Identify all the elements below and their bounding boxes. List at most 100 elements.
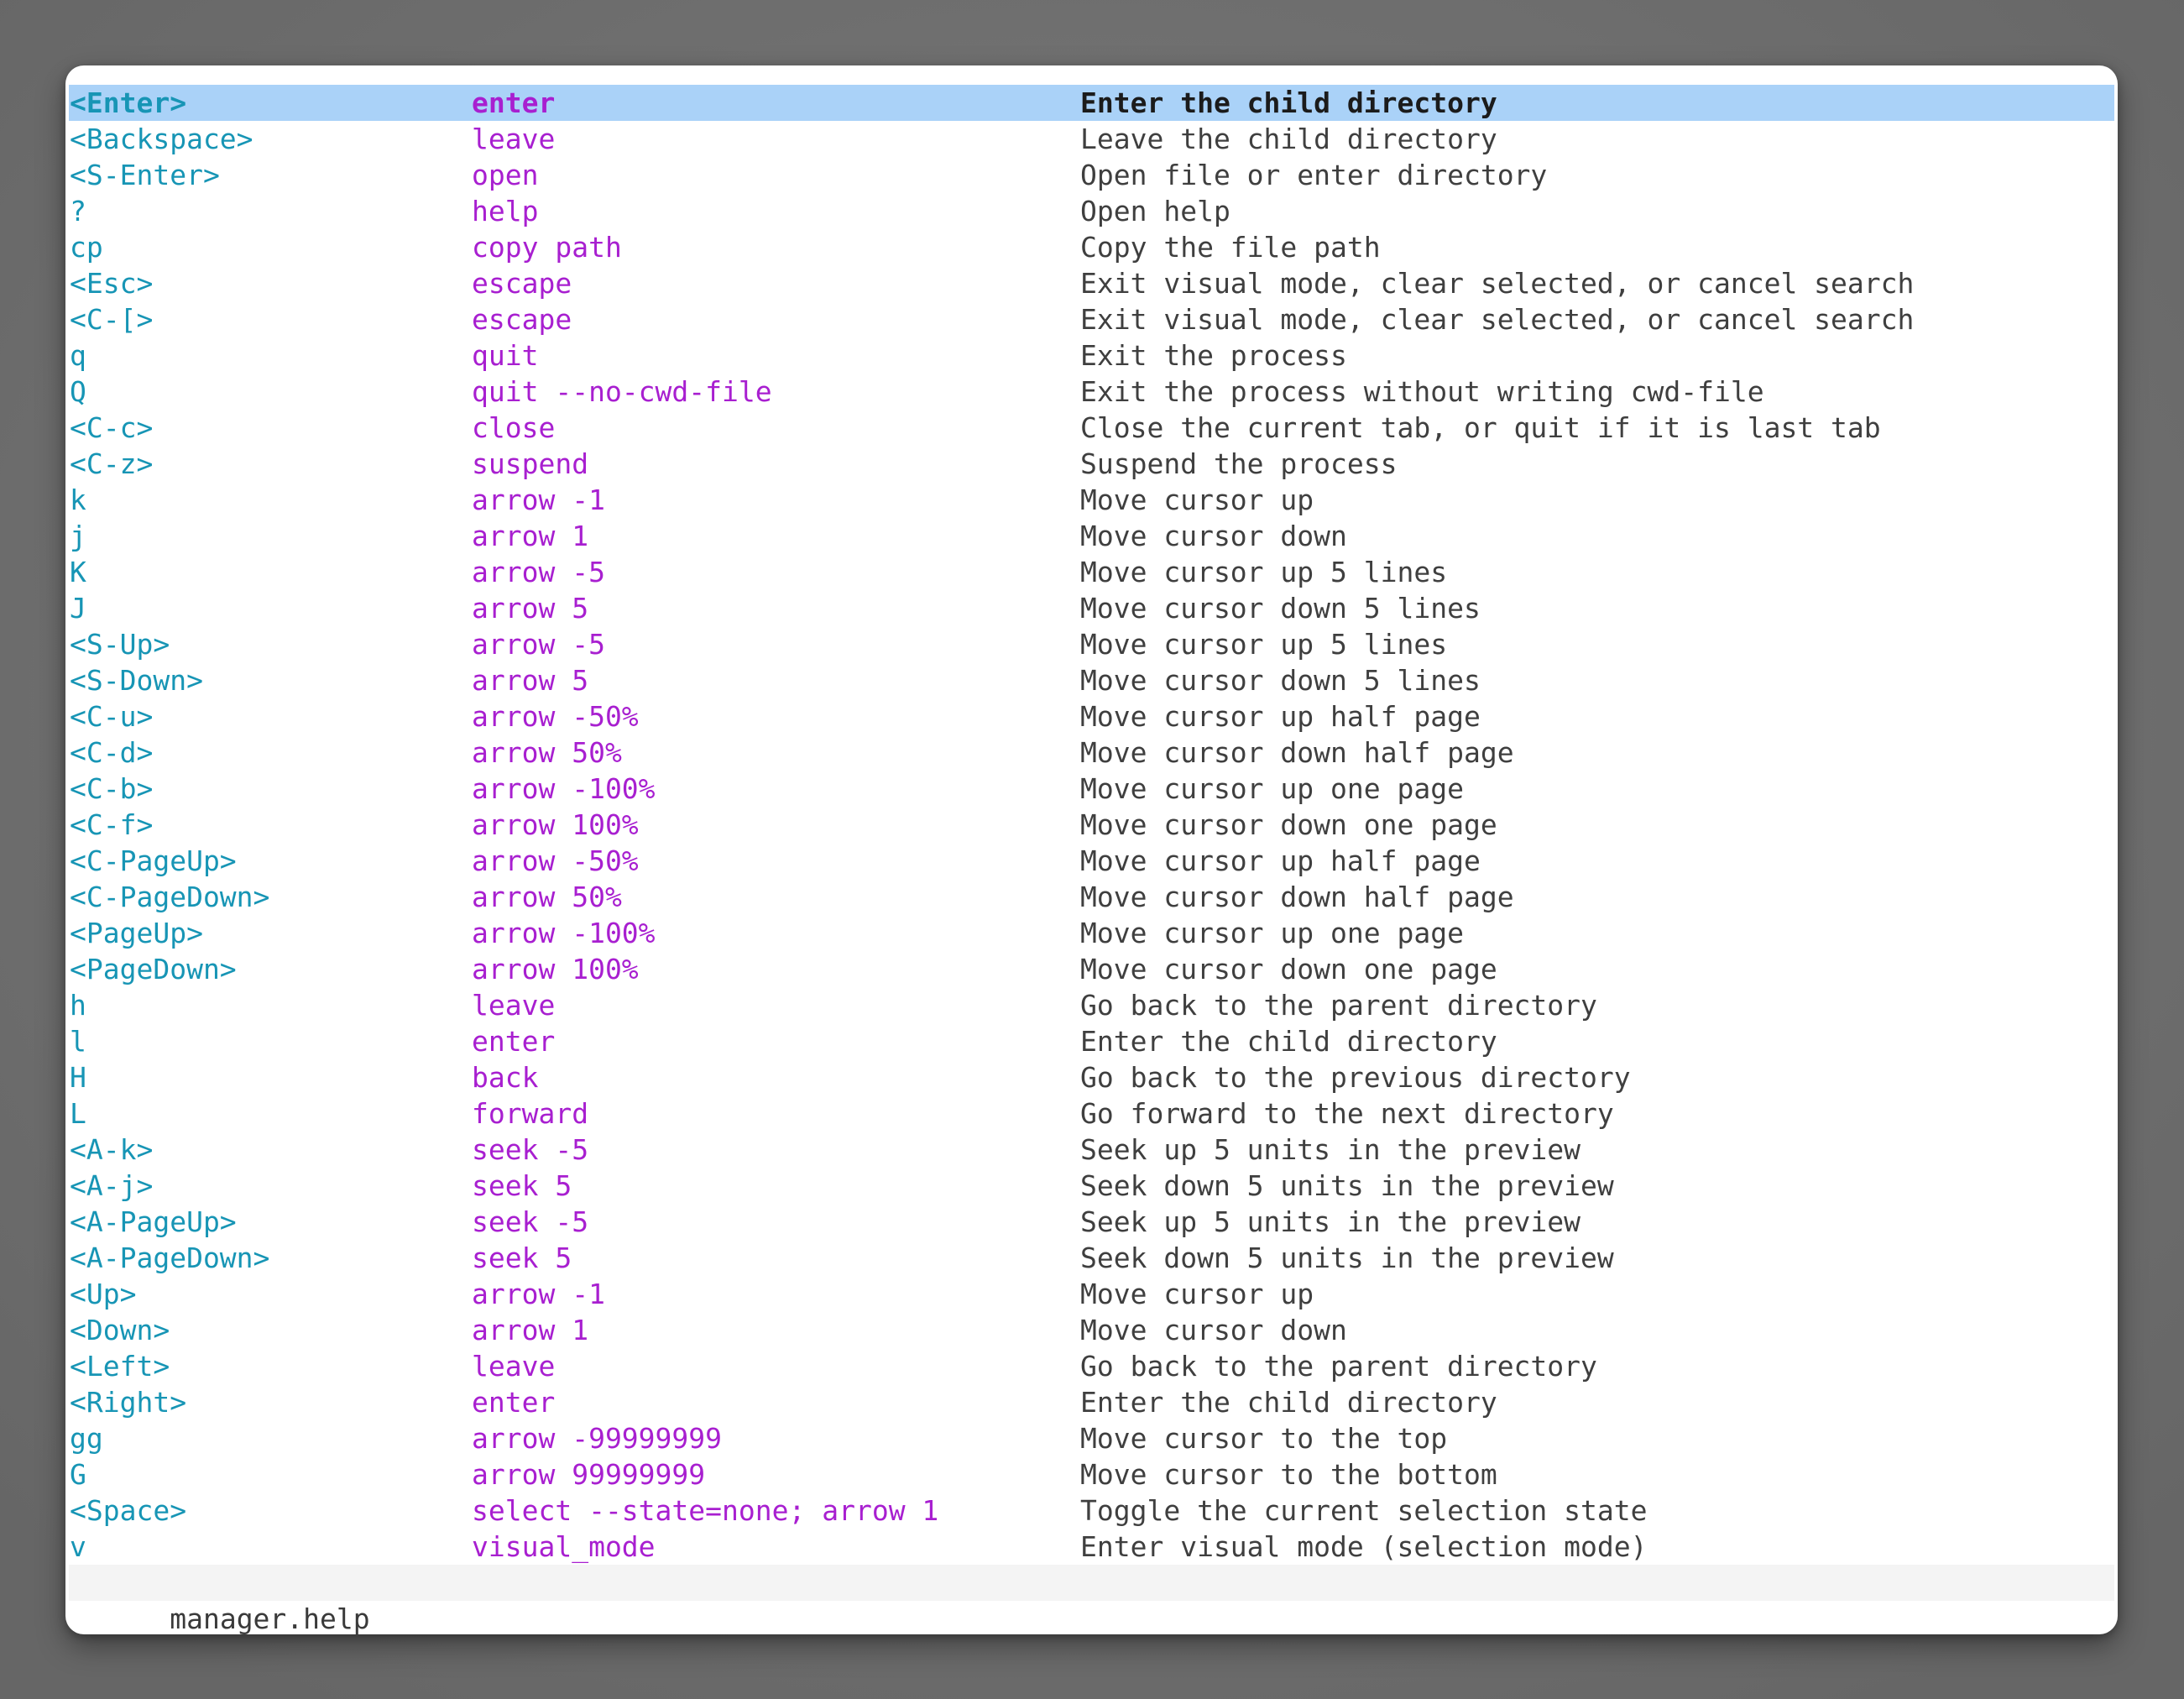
help-row[interactable]: <Right> enter Enter the child directory <box>69 1384 2114 1420</box>
help-row[interactable]: <C-b> arrow -100% Move cursor up one pag… <box>69 771 2114 807</box>
command-label: forward <box>472 1095 1080 1132</box>
help-row[interactable]: <A-k> seek -5 Seek up 5 units in the pre… <box>69 1132 2114 1168</box>
command-label: quit <box>472 337 1080 374</box>
description-label: Go back to the previous directory <box>1080 1059 2114 1095</box>
command-label: arrow 100% <box>472 951 1080 987</box>
command-label: leave <box>472 1348 1080 1384</box>
help-row[interactable]: h leave Go back to the parent directory <box>69 987 2114 1023</box>
help-row[interactable]: <C-c> close Close the current tab, or qu… <box>69 410 2114 446</box>
command-label: arrow 1 <box>472 1312 1080 1348</box>
command-label: escape <box>472 265 1080 301</box>
command-label: arrow -50% <box>472 843 1080 879</box>
description-label: Exit the process without writing cwd-fil… <box>1080 374 2114 410</box>
command-label: arrow -5 <box>472 554 1080 590</box>
description-label: Move cursor up one page <box>1080 771 2114 807</box>
key-label: <Left> <box>70 1348 472 1384</box>
help-row[interactable]: <Backspace> leave Leave the child direct… <box>69 121 2114 157</box>
description-label: Seek up 5 units in the preview <box>1080 1204 2114 1240</box>
key-label: <PageUp> <box>70 915 472 951</box>
help-row[interactable]: <A-PageDown> seek 5 Seek down 5 units in… <box>69 1240 2114 1276</box>
description-label: Move cursor up <box>1080 1276 2114 1312</box>
help-row[interactable]: ? help Open help <box>69 193 2114 229</box>
key-label: <C-PageUp> <box>70 843 472 879</box>
key-label: l <box>70 1023 472 1059</box>
command-label: arrow -99999999 <box>472 1420 1080 1456</box>
description-label: Seek down 5 units in the preview <box>1080 1240 2114 1276</box>
description-label: Move cursor down half page <box>1080 879 2114 915</box>
help-row[interactable]: <C-PageDown> arrow 50% Move cursor down … <box>69 879 2114 915</box>
help-row[interactable]: q quit Exit the process <box>69 337 2114 374</box>
help-row[interactable]: L forward Go forward to the next directo… <box>69 1095 2114 1132</box>
help-row[interactable]: <PageUp> arrow -100% Move cursor up one … <box>69 915 2114 951</box>
help-row[interactable]: j arrow 1 Move cursor down <box>69 518 2114 554</box>
key-label: <C-PageDown> <box>70 879 472 915</box>
description-label: Enter the child directory <box>1080 1384 2114 1420</box>
help-row[interactable]: <Up> arrow -1 Move cursor up <box>69 1276 2114 1312</box>
help-row[interactable]: <Down> arrow 1 Move cursor down <box>69 1312 2114 1348</box>
help-row[interactable]: v visual_mode Enter visual mode (selecti… <box>69 1529 2114 1565</box>
key-label: <C-[> <box>70 301 472 337</box>
command-label: seek 5 <box>472 1240 1080 1276</box>
description-label: Move cursor up <box>1080 482 2114 518</box>
key-label: j <box>70 518 472 554</box>
help-row[interactable]: <PageDown> arrow 100% Move cursor down o… <box>69 951 2114 987</box>
description-label: Move cursor down one page <box>1080 807 2114 843</box>
key-label: <Backspace> <box>70 121 472 157</box>
terminal-window: <Enter> enter Enter the child directory … <box>65 65 2118 1634</box>
help-row[interactable]: <A-j> seek 5 Seek down 5 units in the pr… <box>69 1168 2114 1204</box>
command-label: escape <box>472 301 1080 337</box>
command-label: arrow 50% <box>472 879 1080 915</box>
key-label: <A-PageDown> <box>70 1240 472 1276</box>
help-row[interactable]: <C-z> suspend Suspend the process <box>69 446 2114 482</box>
description-label: Move cursor to the top <box>1080 1420 2114 1456</box>
help-row[interactable]: <C-d> arrow 50% Move cursor down half pa… <box>69 734 2114 771</box>
help-row[interactable]: l enter Enter the child directory <box>69 1023 2114 1059</box>
help-row[interactable]: <C-PageUp> arrow -50% Move cursor up hal… <box>69 843 2114 879</box>
command-label: arrow 5 <box>472 590 1080 626</box>
help-row[interactable]: <Space> select --state=none; arrow 1 Tog… <box>69 1493 2114 1529</box>
help-row[interactable]: <Esc> escape Exit visual mode, clear sel… <box>69 265 2114 301</box>
description-label: Copy the file path <box>1080 229 2114 265</box>
help-row[interactable]: H back Go back to the previous directory <box>69 1059 2114 1095</box>
help-row[interactable]: k arrow -1 Move cursor up <box>69 482 2114 518</box>
help-row[interactable]: K arrow -5 Move cursor up 5 lines <box>69 554 2114 590</box>
key-label: <S-Down> <box>70 662 472 698</box>
command-label: arrow -1 <box>472 1276 1080 1312</box>
key-label: J <box>70 590 472 626</box>
command-label: suspend <box>472 446 1080 482</box>
help-row[interactable]: <S-Enter> open Open file or enter direct… <box>69 157 2114 193</box>
description-label: Move cursor up half page <box>1080 698 2114 734</box>
key-label: ? <box>70 193 472 229</box>
key-label: K <box>70 554 472 590</box>
help-row[interactable]: <S-Up> arrow -5 Move cursor up 5 lines <box>69 626 2114 662</box>
command-label: copy path <box>472 229 1080 265</box>
description-label: Enter the child directory <box>1080 85 2114 121</box>
command-label: open <box>472 157 1080 193</box>
command-label: arrow 5 <box>472 662 1080 698</box>
command-label: leave <box>472 987 1080 1023</box>
key-label: Q <box>70 374 472 410</box>
help-row[interactable]: <S-Down> arrow 5 Move cursor down 5 line… <box>69 662 2114 698</box>
key-label: <Space> <box>70 1493 472 1529</box>
help-row[interactable]: cp copy path Copy the file path <box>69 229 2114 265</box>
help-row[interactable]: gg arrow -99999999 Move cursor to the to… <box>69 1420 2114 1456</box>
description-label: Exit visual mode, clear selected, or can… <box>1080 301 2114 337</box>
key-label: <C-u> <box>70 698 472 734</box>
description-label: Move cursor up one page <box>1080 915 2114 951</box>
description-label: Go back to the parent directory <box>1080 1348 2114 1384</box>
help-row[interactable]: <C-f> arrow 100% Move cursor down one pa… <box>69 807 2114 843</box>
command-label: arrow -1 <box>472 482 1080 518</box>
command-label: enter <box>472 1384 1080 1420</box>
command-label: quit --no-cwd-file <box>472 374 1080 410</box>
help-row[interactable]: J arrow 5 Move cursor down 5 lines <box>69 590 2114 626</box>
key-label: q <box>70 337 472 374</box>
help-row[interactable]: G arrow 99999999 Move cursor to the bott… <box>69 1456 2114 1493</box>
help-row[interactable]: <C-u> arrow -50% Move cursor up half pag… <box>69 698 2114 734</box>
help-row[interactable]: <C-[> escape Exit visual mode, clear sel… <box>69 301 2114 337</box>
help-row[interactable]: <Left> leave Go back to the parent direc… <box>69 1348 2114 1384</box>
description-label: Leave the child directory <box>1080 121 2114 157</box>
help-row[interactable]: <A-PageUp> seek -5 Seek up 5 units in th… <box>69 1204 2114 1240</box>
help-row[interactable]: Q quit --no-cwd-file Exit the process wi… <box>69 374 2114 410</box>
help-row[interactable]: <Enter> enter Enter the child directory <box>69 85 2114 121</box>
key-label: <Esc> <box>70 265 472 301</box>
